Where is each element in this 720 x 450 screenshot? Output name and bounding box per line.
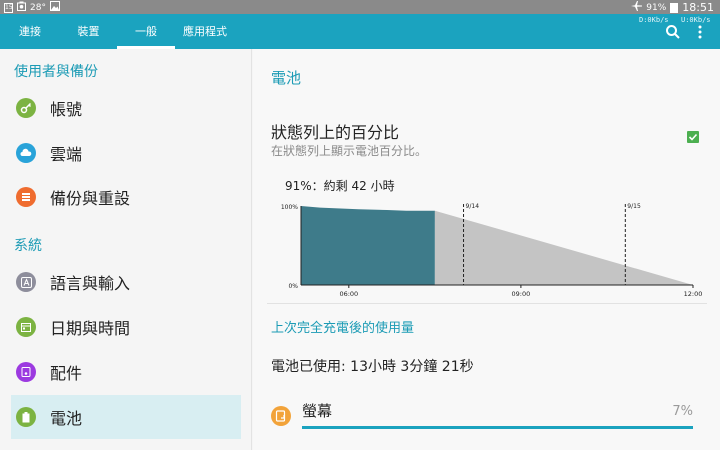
tab-general[interactable]: 一般 <box>117 14 175 49</box>
sidebar-item-cloud[interactable]: 雲端 <box>11 131 241 175</box>
usage-app-name[interactable]: 螢幕 <box>302 400 332 421</box>
backup-icon <box>16 187 36 207</box>
percentage-option-title[interactable]: 狀態列上的百分比 <box>271 119 399 143</box>
chart-y-tick-label: 100% <box>281 204 298 211</box>
language-icon <box>16 272 36 292</box>
clock: 18:51 <box>682 1 714 14</box>
sidebar-item-label: 電池 <box>50 409 83 428</box>
search-icon[interactable] <box>664 23 682 41</box>
battery-series-actual <box>301 206 435 285</box>
sidebar-item-language-input[interactable]: 語言與輸入 <box>11 260 241 304</box>
chart-y-tick-label: 0% <box>288 283 298 290</box>
usage-section-title: 上次完全充電後的使用量 <box>271 321 415 336</box>
sidebar-item-date-time[interactable]: 日期與時間 <box>11 305 241 349</box>
page-title: 電池 <box>271 69 302 87</box>
section-title-system: 系統 <box>14 238 42 254</box>
tab-bar: 連接 裝置 一般 應用程式 <box>0 14 235 49</box>
airplane-icon <box>631 1 643 14</box>
calendar-icon <box>16 317 36 337</box>
percentage-checkbox[interactable] <box>687 131 699 143</box>
camera-icon <box>17 1 26 14</box>
battery-percent: 91% <box>646 2 667 13</box>
sidebar-item-accounts[interactable]: 帳號 <box>11 86 241 130</box>
battery-settings-panel: 電池 狀態列上的百分比 在狀態列上顯示電池百分比。 91%：約剩 42 小時 1… <box>253 49 720 450</box>
battery-usage-chart: 100% 0% 06:00 09:00 12:00 9/14 9/15 <box>281 203 703 298</box>
sidebar-item-battery[interactable]: 電池 <box>11 395 241 439</box>
section-title-user-backup: 使用者與備份 <box>14 64 98 80</box>
status-bar: 15 28° 91% 18:51 <box>0 0 720 14</box>
battery-icon <box>670 2 679 13</box>
key-icon <box>16 98 36 118</box>
settings-sidebar: 使用者與備份 帳號 雲端 備份與重設 系統 語言與輸入 日期與時間 配件 電池 <box>0 49 252 450</box>
battery-used-text: 電池已使用: 13小時 3分鐘 21秒 <box>271 359 474 375</box>
sidebar-item-label: 配件 <box>50 364 83 383</box>
sidebar-item-label: 備份與重設 <box>50 189 131 208</box>
cloud-icon <box>16 143 36 163</box>
more-vert-icon[interactable] <box>691 23 709 41</box>
tab-applications[interactable]: 應用程式 <box>175 14 235 49</box>
notification-badge: 15 <box>4 2 13 13</box>
usage-bar-track <box>302 426 693 429</box>
tab-device[interactable]: 裝置 <box>60 14 117 49</box>
sidebar-item-label: 帳號 <box>50 100 83 119</box>
image-icon <box>49 1 60 14</box>
usage-bar-fill <box>302 426 693 429</box>
temperature-text: 28° <box>30 2 46 13</box>
percentage-option-subtitle: 在狀態列上顯示電池百分比。 <box>271 144 428 158</box>
battery-series-projected <box>434 210 693 285</box>
sidebar-item-accessories[interactable]: 配件 <box>11 350 241 394</box>
sidebar-item-label: 雲端 <box>50 145 83 164</box>
screen-icon <box>271 406 291 426</box>
tab-connections[interactable]: 連接 <box>0 14 60 49</box>
battery-remaining-summary: 91%：約剩 42 小時 <box>285 179 395 193</box>
app-bar: 連接 裝置 一般 應用程式 D:0Kb/s U:0Kb/s <box>0 14 720 49</box>
chart-x-tick-label: 09:00 <box>512 290 531 298</box>
chart-date-marker-label: 9/15 <box>627 203 641 210</box>
sidebar-item-label: 日期與時間 <box>50 319 131 338</box>
sidebar-item-backup-reset[interactable]: 備份與重設 <box>11 175 241 219</box>
chart-x-tick-label: 06:00 <box>339 290 358 298</box>
chart-date-marker-label: 9/14 <box>466 203 480 210</box>
accessory-icon <box>16 362 36 382</box>
sidebar-item-label: 語言與輸入 <box>50 274 131 293</box>
check-icon <box>688 133 698 141</box>
usage-app-percent: 7% <box>672 404 693 419</box>
battery-icon <box>16 407 36 427</box>
divider <box>267 303 707 304</box>
chart-x-tick-label: 12:00 <box>684 290 703 298</box>
